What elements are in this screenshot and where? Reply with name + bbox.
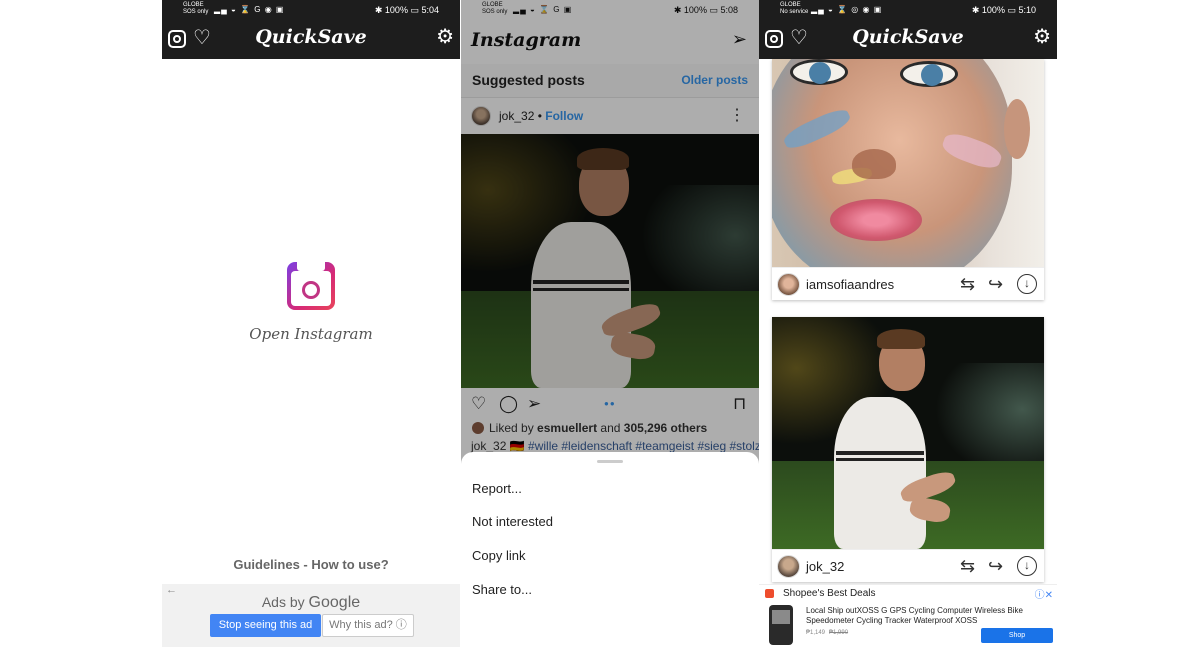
- status-bar: GLOBE SOS only ▂▄ ◒ ⌛ G ◉ ▣ ✱ 100% ▭ 5:04: [162, 0, 460, 20]
- ad-banner: ← Ads by Google Stop seeing this ad Why …: [162, 584, 460, 647]
- shopee-ad[interactable]: Shopee's Best Deals ⓘ✕ Local Ship outXOS…: [759, 584, 1057, 647]
- ad-info-close-icon[interactable]: ⓘ✕: [1035, 586, 1053, 601]
- sheet-handle[interactable]: [597, 460, 623, 463]
- share-arrow-icon[interactable]: ↪: [988, 555, 1003, 577]
- guidelines-link[interactable]: Guidelines - How to use?: [162, 557, 460, 572]
- not-interested-option[interactable]: Not interested: [472, 514, 553, 529]
- instagram-post-screen: GLOBE SOS only ▂▄ ◒ ⌛ G ▣ ✱ 100% ▭ 5:08 I…: [461, 0, 759, 647]
- app-title: QuickSave: [852, 26, 964, 48]
- battery-time: ✱ 100% ▭ 5:04: [374, 5, 439, 15]
- download-icon[interactable]: ↓: [1017, 274, 1037, 294]
- share-to-option[interactable]: Share to...: [472, 582, 532, 597]
- app-toolbar: ♡ QuickSave ⚙: [162, 20, 460, 59]
- download-icon[interactable]: ↓: [1017, 556, 1037, 576]
- open-instagram-icon[interactable]: [287, 262, 335, 310]
- status-bar: GLOBE No service ▂▄ ◒ ⌛ ◎ ◉ ▣ ✱ 100% ▭ 5:…: [759, 0, 1057, 20]
- gear-icon[interactable]: ⚙: [1033, 27, 1051, 47]
- avatar[interactable]: [777, 555, 800, 578]
- carrier-label: GLOBE SOS only: [183, 2, 209, 15]
- carrier-label: GLOBE No service: [780, 2, 809, 15]
- app-title: QuickSave: [255, 26, 367, 48]
- report-option[interactable]: Report...: [472, 481, 522, 496]
- product-image[interactable]: [769, 605, 793, 645]
- ads-by-google: Ads by Google: [261, 594, 361, 611]
- options-sheet: Report... Not interested Copy link Share…: [461, 452, 759, 647]
- card-footer: jok_32 ⇆ ↪ ↓: [772, 549, 1044, 582]
- product-description[interactable]: Local Ship outXOSS G GPS Cycling Compute…: [806, 606, 1036, 626]
- ad-title[interactable]: Shopee's Best Deals: [783, 588, 876, 599]
- gear-icon[interactable]: ⚙: [436, 27, 454, 47]
- repost-icon[interactable]: ⇆: [960, 273, 975, 295]
- signal-icons: ▂▄ ◒ ⌛ G ◉ ▣: [214, 5, 285, 14]
- share-arrow-icon[interactable]: ↪: [988, 273, 1003, 295]
- saved-post-card: iamsofiaandres ⇆ ↪ ↓: [772, 59, 1044, 300]
- card-username[interactable]: jok_32: [806, 559, 844, 574]
- card-username[interactable]: iamsofiaandres: [806, 277, 894, 292]
- quicksave-list-screen: GLOBE No service ▂▄ ◒ ⌛ ◎ ◉ ▣ ✱ 100% ▭ 5:…: [759, 0, 1057, 647]
- battery-time: ✱ 100% ▭ 5:10: [971, 5, 1036, 15]
- post-photo[interactable]: [772, 317, 1044, 549]
- product-price: ₱1,149 ₱1,990: [806, 630, 849, 636]
- card-footer: iamsofiaandres ⇆ ↪ ↓: [772, 267, 1044, 300]
- copy-link-option[interactable]: Copy link: [472, 548, 525, 563]
- stop-seeing-ad-button[interactable]: Stop seeing this ad: [210, 614, 321, 637]
- shopee-logo-icon: [765, 589, 774, 598]
- repost-icon[interactable]: ⇆: [960, 555, 975, 577]
- quicksave-home-screen: GLOBE SOS only ▂▄ ◒ ⌛ G ◉ ▣ ✱ 100% ▭ 5:04…: [162, 0, 460, 647]
- why-this-ad-button[interactable]: Why this ad? ⓘ: [322, 614, 414, 637]
- saved-post-card: jok_32 ⇆ ↪ ↓: [772, 317, 1044, 582]
- shop-button[interactable]: Shop: [981, 628, 1053, 643]
- avatar[interactable]: [777, 273, 800, 296]
- signal-icons: ▂▄ ◒ ⌛ ◎ ◉ ▣: [811, 5, 883, 14]
- painting-image[interactable]: [772, 59, 1044, 267]
- app-toolbar: ♡ QuickSave ⚙: [759, 20, 1057, 59]
- open-instagram-label[interactable]: Open Instagram: [162, 325, 460, 343]
